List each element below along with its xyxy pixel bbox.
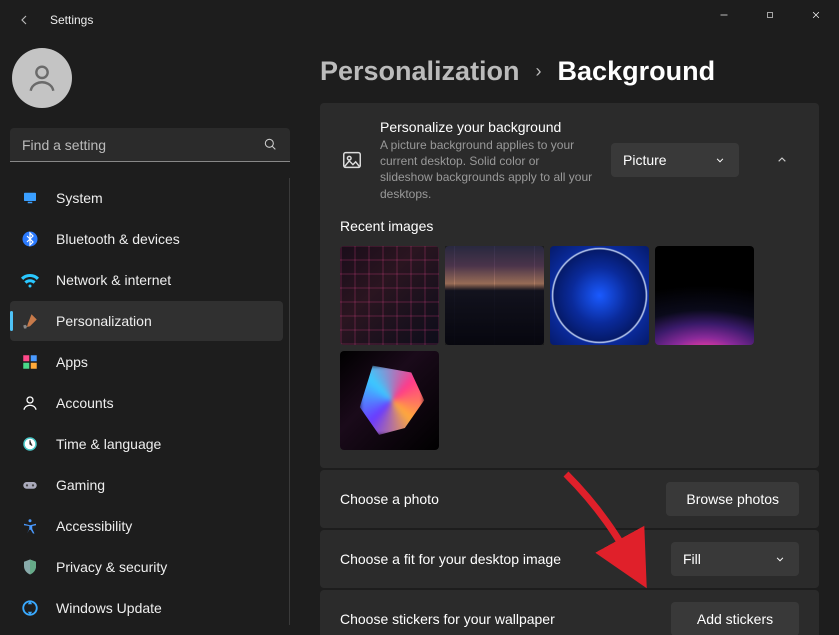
sidebar-item-update[interactable]: Windows Update xyxy=(10,588,283,625)
chevron-up-icon xyxy=(774,152,790,168)
add-stickers-button[interactable]: Add stickers xyxy=(671,602,799,635)
brush-icon xyxy=(20,311,40,331)
search-icon xyxy=(262,136,278,157)
sidebar-item-label: Accounts xyxy=(56,395,114,411)
person-icon xyxy=(20,393,40,413)
close-button[interactable] xyxy=(793,0,839,30)
search-field[interactable] xyxy=(10,128,290,162)
breadcrumb-current: Background xyxy=(558,56,716,87)
sidebar-item-shield[interactable]: Privacy & security xyxy=(10,547,283,587)
sidebar-item-label: Time & language xyxy=(56,436,161,452)
sidebar-item-system[interactable]: System xyxy=(10,178,283,218)
personalize-background-card: Personalize your background A picture ba… xyxy=(320,103,819,468)
wifi-icon xyxy=(20,270,40,290)
dropdown-value: Picture xyxy=(623,152,667,168)
back-button[interactable] xyxy=(12,8,36,32)
clock-icon xyxy=(20,434,40,454)
card-desc: A picture background applies to your cur… xyxy=(380,137,595,202)
sidebar-item-gamepad[interactable]: Gaming xyxy=(10,465,283,505)
maximize-button[interactable] xyxy=(747,0,793,30)
sidebar-item-apps[interactable]: Apps xyxy=(10,342,283,382)
chevron-down-icon xyxy=(713,153,727,167)
row-label: Choose a photo xyxy=(340,491,439,507)
sidebar-item-label: System xyxy=(56,190,103,206)
sidebar-item-bluetooth[interactable]: Bluetooth & devices xyxy=(10,219,283,259)
window-title: Settings xyxy=(50,13,93,27)
recent-image-thumb[interactable] xyxy=(340,351,439,450)
avatar[interactable] xyxy=(12,48,72,108)
sidebar-item-clock[interactable]: Time & language xyxy=(10,424,283,464)
row-label: Choose a fit for your desktop image xyxy=(340,551,561,567)
minimize-button[interactable] xyxy=(701,0,747,30)
sidebar-item-label: Apps xyxy=(56,354,88,370)
sidebar-item-label: Gaming xyxy=(56,477,105,493)
breadcrumb-parent[interactable]: Personalization xyxy=(320,56,520,87)
search-input[interactable] xyxy=(10,128,290,162)
recent-images-grid xyxy=(340,246,799,450)
sidebar-item-person[interactable]: Accounts xyxy=(10,383,283,423)
collapse-button[interactable] xyxy=(765,143,799,177)
shield-icon xyxy=(20,557,40,577)
sidebar-item-label: Bluetooth & devices xyxy=(56,231,180,247)
card-title: Personalize your background xyxy=(380,119,595,135)
breadcrumb-chevron-icon: › xyxy=(536,61,542,82)
choose-stickers-row: Choose stickers for your wallpaper Add s… xyxy=(320,590,819,635)
sidebar-item-label: Accessibility xyxy=(56,518,132,534)
picture-icon xyxy=(340,148,364,172)
update-icon xyxy=(20,598,40,618)
bluetooth-icon xyxy=(20,229,40,249)
browse-photos-button[interactable]: Browse photos xyxy=(666,482,799,516)
recent-image-thumb[interactable] xyxy=(655,246,754,345)
accessibility-icon xyxy=(20,516,40,536)
sidebar-item-label: Privacy & security xyxy=(56,559,167,575)
choose-photo-row: Choose a photo Browse photos xyxy=(320,470,819,528)
sidebar-item-brush[interactable]: Personalization xyxy=(10,301,283,341)
breadcrumb: Personalization › Background xyxy=(320,56,819,87)
sidebar-item-accessibility[interactable]: Accessibility xyxy=(10,506,283,546)
titlebar: Settings xyxy=(0,0,839,40)
choose-fit-row: Choose a fit for your desktop image Fill xyxy=(320,530,819,588)
background-mode-dropdown[interactable]: Picture xyxy=(611,143,739,177)
main-content: Personalization › Background Personalize… xyxy=(300,40,839,635)
nav-list: System Bluetooth & devices Network & inter… xyxy=(10,178,290,625)
sidebar-item-wifi[interactable]: Network & internet xyxy=(10,260,283,300)
chevron-down-icon xyxy=(773,552,787,566)
sidebar: System Bluetooth & devices Network & inter… xyxy=(0,40,300,635)
row-label: Choose stickers for your wallpaper xyxy=(340,611,555,627)
gamepad-icon xyxy=(20,475,40,495)
sidebar-item-label: Network & internet xyxy=(56,272,171,288)
recent-image-thumb[interactable] xyxy=(340,246,439,345)
sidebar-item-label: Personalization xyxy=(56,313,152,329)
sidebar-item-label: Windows Update xyxy=(56,600,162,616)
fit-dropdown[interactable]: Fill xyxy=(671,542,799,576)
dropdown-value: Fill xyxy=(683,551,701,567)
recent-images-title: Recent images xyxy=(340,218,799,234)
recent-image-thumb[interactable] xyxy=(445,246,544,345)
recent-image-thumb[interactable] xyxy=(550,246,649,345)
apps-icon xyxy=(20,352,40,372)
system-icon xyxy=(20,188,40,208)
